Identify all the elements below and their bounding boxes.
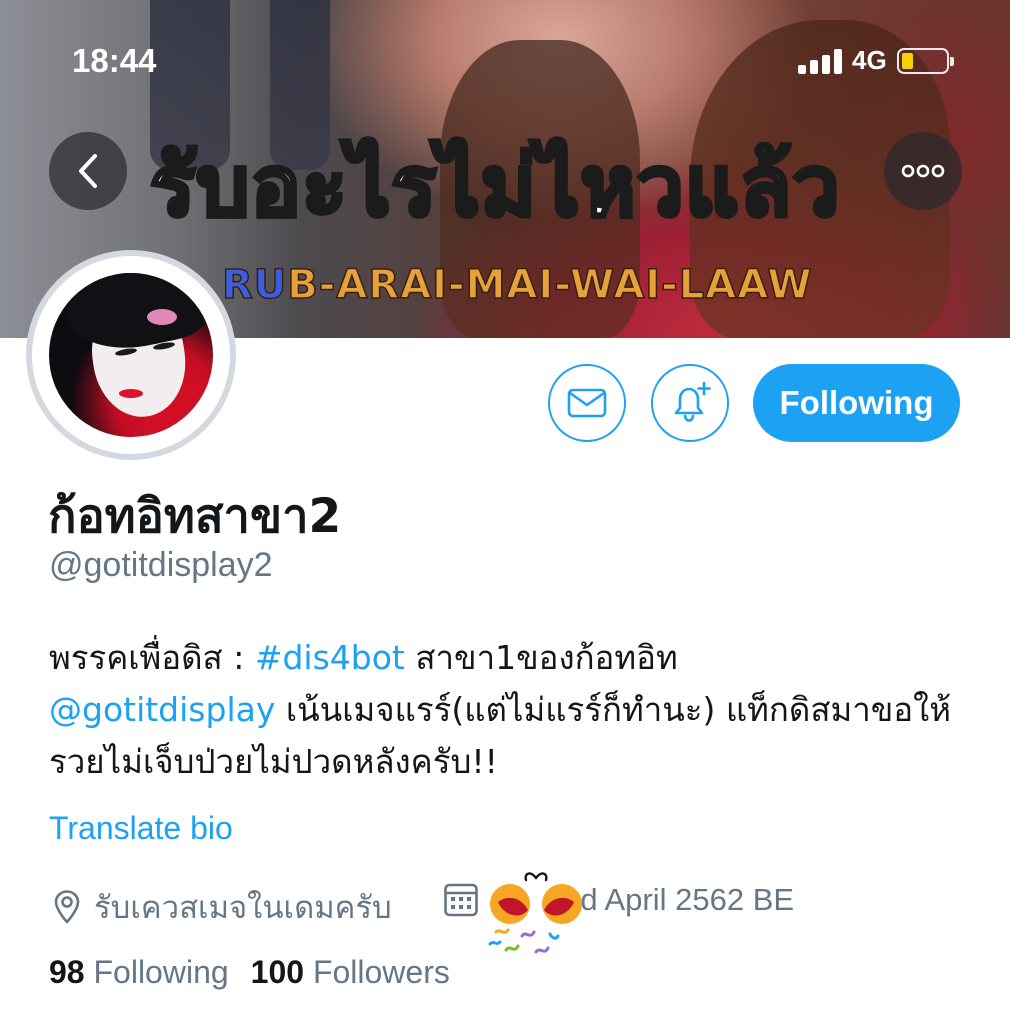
bio-text: สาขา1ของก้อทอิท [404, 638, 678, 677]
banner-lyric-thai: รับอะไรไม่ไหวแล้ว [148, 135, 842, 237]
banner-lyric-rest: B-ARAI-MAI-WAI-LAAW [287, 261, 813, 309]
following-count-link[interactable]: 98 Following [49, 954, 229, 990]
network-type: 4G [852, 45, 887, 75]
following-count: 98 [49, 954, 85, 990]
avatar[interactable] [49, 273, 213, 437]
bio: พรรคเพื่อดิส : #dis4bot สาขา1ของก้อทอิท @… [49, 632, 969, 788]
party-popper-icon[interactable] [486, 866, 586, 962]
back-button[interactable] [49, 132, 127, 210]
display-name: ก้อทอิทสาขา2 [48, 489, 342, 544]
calendar-icon [444, 883, 478, 917]
location: รับเควสเมจในเดมครับ [52, 882, 392, 932]
more-horizontal-icon [901, 164, 945, 178]
follow-counts: 98 Following 100 Followers [49, 954, 450, 991]
mention-link[interactable]: @gotitdisplay [49, 690, 275, 729]
followers-count: 100 [250, 954, 305, 990]
status-indicators: 4G [798, 45, 954, 76]
signal-icon [798, 48, 842, 74]
location-text: รับเควสเมจในเดมครับ [94, 890, 392, 926]
envelope-icon [567, 388, 607, 418]
message-button[interactable] [548, 364, 626, 442]
banner-lyric-romanized: RUB-ARAI-MAI-WAI-LAAW [221, 261, 813, 309]
joined-text: d April 2562 BE [580, 882, 795, 917]
more-options-button[interactable] [884, 132, 962, 210]
battery-icon [896, 47, 954, 74]
followers-count-link[interactable]: 100 Followers [251, 954, 450, 990]
banner-lyric-highlight: RU [221, 261, 288, 309]
location-pin-icon [54, 890, 80, 924]
bell-plus-icon [674, 381, 711, 422]
following-button[interactable]: Following [753, 364, 960, 442]
following-label: Following [93, 954, 229, 990]
translate-bio-link[interactable]: Translate bio [49, 810, 233, 847]
bio-text: พรรคเพื่อดิส : [49, 638, 255, 677]
notifications-button[interactable] [651, 364, 729, 442]
hashtag-link[interactable]: #dis4bot [255, 638, 405, 677]
followers-label: Followers [312, 954, 450, 990]
chevron-left-icon [79, 154, 97, 188]
handle: @gotitdisplay2 [49, 546, 273, 584]
status-time: 18:44 [72, 42, 157, 79]
